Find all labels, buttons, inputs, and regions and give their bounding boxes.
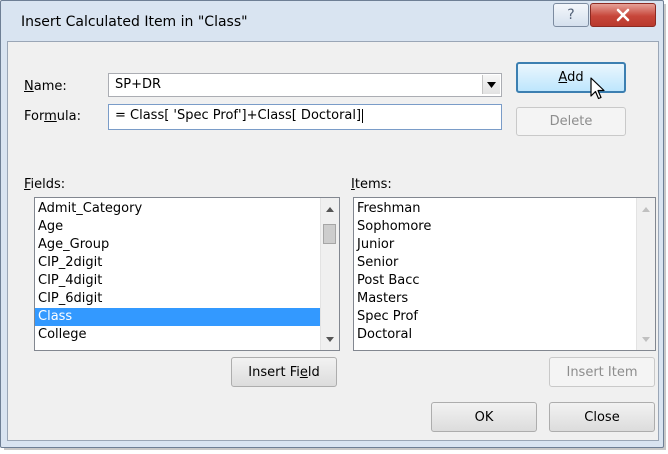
triangle-down-icon [642, 336, 650, 342]
triangle-down-icon [326, 336, 334, 342]
list-item[interactable]: Doctoral [354, 326, 655, 344]
scroll-thumb[interactable] [323, 224, 336, 244]
insert-item-label: Insert Item [566, 364, 638, 380]
title-bar[interactable]: Insert Calculated Item in "Class" ? [1, 1, 663, 41]
insert-item-button[interactable]: Insert Item [549, 357, 655, 387]
list-item[interactable]: Spec Prof [354, 308, 655, 326]
list-item[interactable]: CIP_6digit [35, 290, 339, 308]
text-caret [362, 108, 364, 123]
fields-listbox[interactable]: Admit_Category Age Age_Group CIP_2digit CIP_… [34, 197, 340, 351]
fields-scrollbar[interactable] [320, 198, 339, 350]
close-button[interactable]: Close [549, 402, 655, 432]
name-dropdown-button[interactable] [482, 75, 500, 94]
list-item[interactable]: Admit_Category [35, 200, 339, 218]
fields-label: Fields: [24, 177, 66, 192]
list-item[interactable]: Masters [354, 290, 655, 308]
list-item[interactable]: Age_Group [35, 236, 339, 254]
chevron-down-icon [487, 81, 496, 88]
scroll-down-button [637, 330, 655, 348]
insert-field-label: Insert Field [248, 364, 320, 380]
scroll-up-button[interactable] [321, 200, 339, 218]
list-item[interactable]: Post Bacc [354, 272, 655, 290]
name-label: Name: [24, 79, 67, 94]
list-item[interactable]: CIP_4digit [35, 272, 339, 290]
list-item[interactable]: CIP_2digit [35, 254, 339, 272]
items-list: Freshman Sophomore Junior Senior Post Bacc Ma… [354, 198, 655, 344]
list-item[interactable]: Class [35, 308, 339, 326]
triangle-up-icon [326, 206, 334, 212]
add-button[interactable]: Add [516, 62, 626, 93]
items-scrollbar [636, 198, 655, 350]
close-button-label: Close [584, 409, 620, 425]
ok-button[interactable]: OK [431, 402, 537, 432]
dialog-title: Insert Calculated Item in "Class" [21, 14, 248, 30]
scroll-up-button [637, 200, 655, 218]
triangle-up-icon [642, 206, 650, 212]
name-input[interactable]: SP+DR [115, 77, 161, 92]
scroll-down-button[interactable] [321, 330, 339, 348]
close-icon [616, 8, 630, 22]
formula-input[interactable]: = Class[ 'Spec Prof']+Class[ Doctoral] [108, 104, 502, 130]
list-item[interactable]: Freshman [354, 200, 655, 218]
list-item[interactable]: Sophomore [354, 218, 655, 236]
add-button-label: Add [558, 70, 584, 85]
list-item[interactable]: Senior [354, 254, 655, 272]
dialog-body: Name: SP+DR Add Formula: = Class[ 'Spec … [7, 41, 659, 441]
window-close-button[interactable] [590, 3, 656, 27]
formula-value: = Class[ 'Spec Prof']+Class[ Doctoral] [115, 108, 362, 123]
insert-field-button[interactable]: Insert Field [231, 357, 337, 387]
insert-calculated-item-dialog: Insert Calculated Item in "Class" ? Name… [0, 0, 664, 448]
list-item[interactable]: Junior [354, 236, 655, 254]
mouse-pointer-icon [590, 77, 605, 100]
list-item[interactable]: College [35, 326, 339, 344]
items-label: Items: [351, 177, 392, 192]
fields-list: Admit_Category Age Age_Group CIP_2digit CIP_… [35, 198, 339, 344]
items-listbox[interactable]: Freshman Sophomore Junior Senior Post Bacc Ma… [353, 197, 656, 351]
delete-button-label: Delete [549, 114, 593, 129]
list-item[interactable]: Age [35, 218, 339, 236]
help-button[interactable]: ? [553, 3, 589, 27]
delete-button[interactable]: Delete [516, 107, 626, 136]
name-combobox[interactable]: SP+DR [108, 73, 502, 97]
question-icon: ? [567, 7, 575, 23]
formula-label: Formula: [24, 109, 81, 124]
ok-button-label: OK [474, 409, 494, 425]
